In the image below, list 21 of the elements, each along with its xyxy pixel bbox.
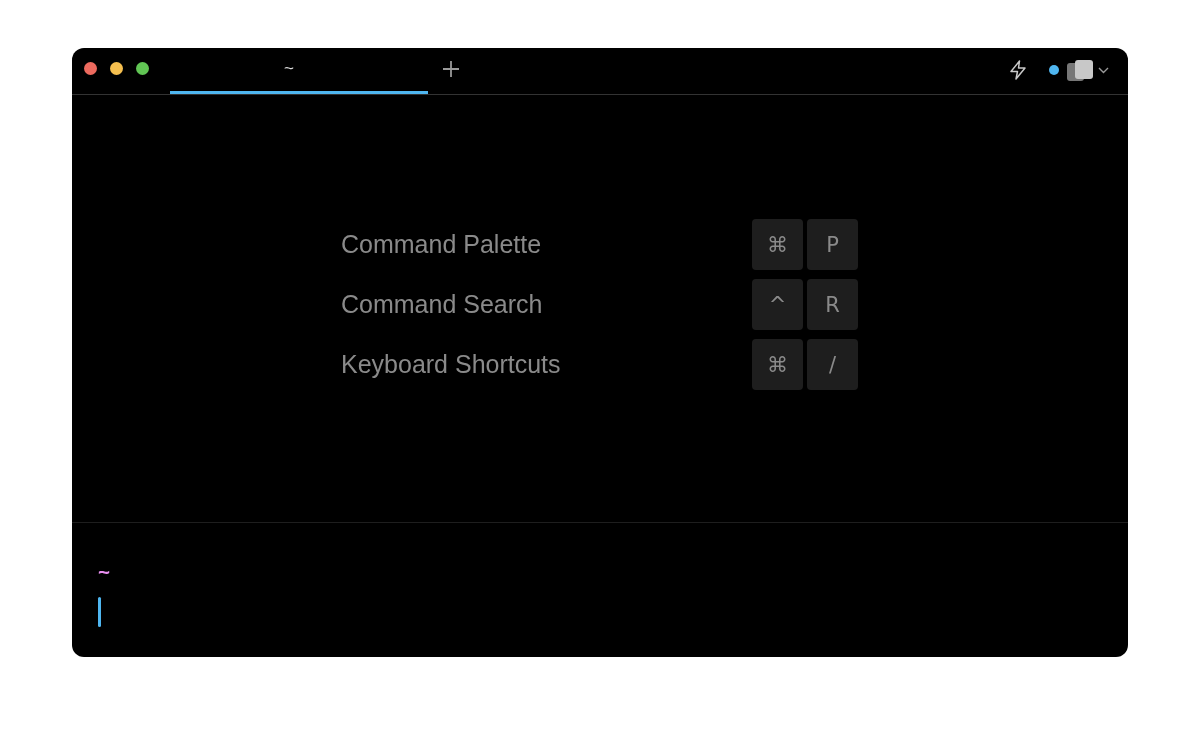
plus-icon — [442, 60, 460, 78]
key-cap: P — [807, 219, 858, 270]
key-cap: ⌘ — [752, 219, 803, 270]
text-cursor — [98, 597, 101, 627]
shortcut-label: Command Palette — [341, 230, 542, 259]
key-cap: ⌘ — [752, 339, 803, 390]
lightning-icon[interactable] — [1009, 60, 1027, 80]
key-cap: R — [807, 279, 858, 330]
maximize-icon[interactable] — [136, 61, 149, 75]
key-cap: / — [807, 339, 858, 390]
key-cap: ^ — [752, 279, 803, 330]
chevron-down-icon[interactable] — [1098, 66, 1109, 74]
tab[interactable]: ~ — [170, 48, 428, 94]
minimize-icon[interactable] — [110, 61, 123, 75]
status-dot-icon — [1049, 65, 1059, 75]
overlapping-squares-icon[interactable] — [1067, 59, 1093, 81]
close-icon[interactable] — [84, 61, 97, 75]
shortcut-label: Keyboard Shortcuts — [341, 350, 561, 379]
shortcut-label: Command Search — [341, 290, 543, 319]
new-tab-button[interactable] — [442, 60, 460, 78]
prompt-path: ~ — [98, 561, 111, 581]
